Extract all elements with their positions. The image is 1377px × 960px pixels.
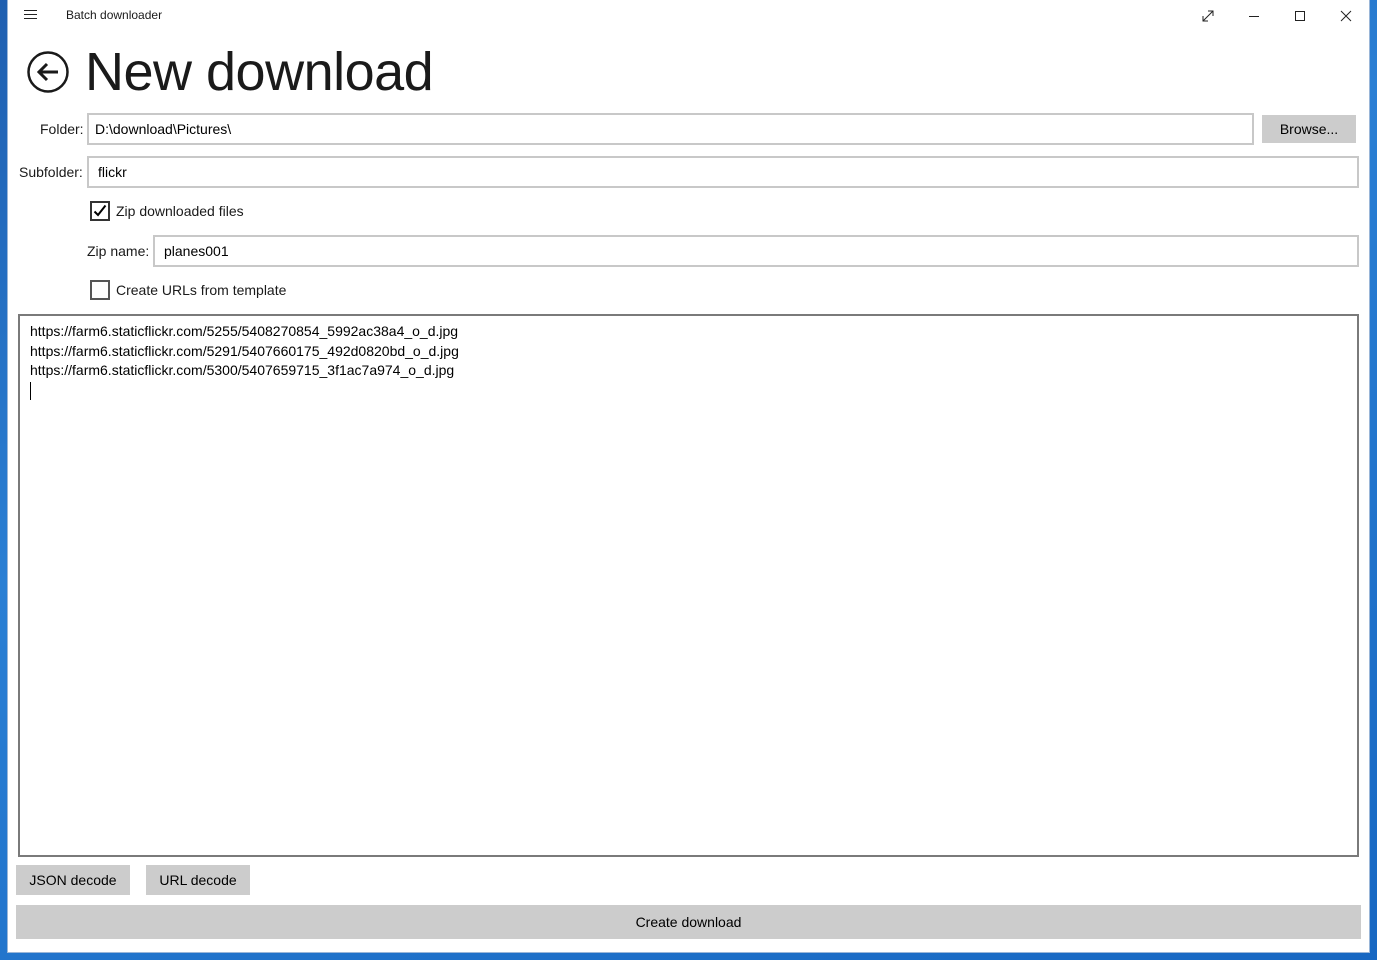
zip-name-input[interactable]: [153, 235, 1359, 267]
url-line: https://farm6.staticflickr.com/5300/5407…: [30, 362, 455, 378]
close-icon: [1340, 10, 1352, 22]
page-title: New download: [85, 42, 434, 102]
url-line: https://farm6.staticflickr.com/5255/5408…: [30, 323, 459, 339]
hamburger-icon[interactable]: [24, 9, 38, 21]
app-title: Batch downloader: [66, 8, 163, 22]
zip-name-label: Zip name:: [87, 243, 150, 259]
fullscreen-button[interactable]: [1185, 0, 1231, 32]
text-caret: [30, 381, 1347, 401]
create-download-button[interactable]: Create download: [16, 905, 1361, 939]
back-button[interactable]: [27, 51, 69, 93]
close-button[interactable]: [1323, 0, 1369, 32]
subfolder-input[interactable]: [87, 156, 1359, 188]
back-arrow-icon: [27, 51, 69, 93]
expand-diagonal-icon: [1202, 10, 1214, 22]
template-checkbox[interactable]: [90, 280, 110, 300]
minimize-icon: [1249, 16, 1259, 17]
url-line: https://farm6.staticflickr.com/5291/5407…: [30, 342, 459, 359]
url-decode-button[interactable]: URL decode: [146, 865, 250, 895]
json-decode-button[interactable]: JSON decode: [16, 865, 130, 895]
maximize-icon: [1295, 11, 1305, 21]
template-checkbox-label[interactable]: Create URLs from template: [116, 282, 286, 298]
title-bar: Batch downloader: [8, 0, 1369, 32]
zip-checkbox[interactable]: [90, 201, 110, 221]
app-window: Batch downloader New download Folder: D:…: [8, 0, 1369, 952]
folder-input[interactable]: [87, 113, 1254, 145]
minimize-button[interactable]: [1231, 0, 1277, 32]
maximize-button[interactable]: [1277, 0, 1323, 32]
zip-checkbox-label[interactable]: Zip downloaded files: [116, 203, 244, 219]
checkmark-icon: [93, 204, 107, 217]
browse-button[interactable]: Browse...: [1262, 115, 1356, 143]
url-list-textarea[interactable]: https://farm6.staticflickr.com/5255/5408…: [18, 314, 1359, 857]
subfolder-label: Subfolder:: [19, 164, 83, 180]
folder-label: Folder:: [40, 121, 84, 137]
